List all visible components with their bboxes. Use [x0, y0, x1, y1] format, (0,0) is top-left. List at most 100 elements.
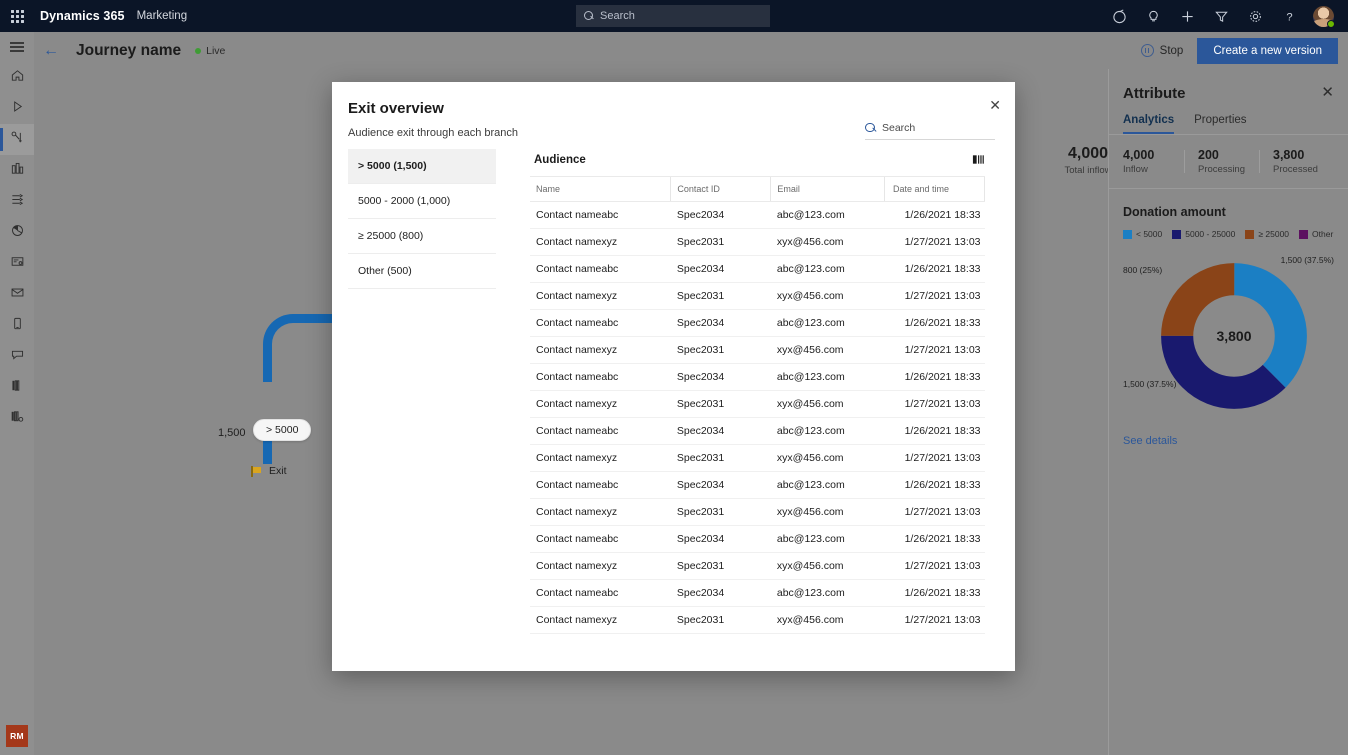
- table-row[interactable]: Contact namexyz Spec2031 xyx@456.com 1/27/2…: [530, 552, 985, 580]
- suite-bar: Dynamics 365 Marketing Search ?: [0, 0, 1348, 32]
- email-icon: [10, 285, 25, 305]
- stop-icon: [1140, 44, 1154, 57]
- table-row[interactable]: Contact namexyz Spec2031 xyx@456.com 1/27/2…: [530, 498, 985, 526]
- journeys-icon: [10, 130, 25, 150]
- table-row[interactable]: Contact namexyz Spec2031 xyx@456.com 1/27/2…: [530, 336, 985, 364]
- stat-processing: 200 Processing: [1184, 148, 1259, 175]
- branch-item[interactable]: ≥ 25000 (800): [348, 219, 496, 254]
- table-row[interactable]: Contact namexyz Spec2031 xyx@456.com 1/27/2…: [530, 444, 985, 472]
- rail-item-library[interactable]: [0, 372, 34, 403]
- legend-swatch: [1245, 229, 1255, 239]
- rail-item-journeys[interactable]: [0, 124, 34, 155]
- exit-node-label: Exit: [269, 465, 287, 477]
- legend-swatch: [1123, 229, 1132, 239]
- branch-item[interactable]: > 5000 (1,500): [348, 149, 496, 184]
- avatar[interactable]: [1306, 0, 1340, 32]
- create-new-version-button[interactable]: Create a new version: [1197, 37, 1338, 64]
- table-cell: 1/26/2021 18:33: [884, 363, 985, 391]
- table-cell: Spec2034: [670, 471, 771, 499]
- table-cell: Contact namexyz: [530, 336, 671, 364]
- audience-header: Audience: [530, 149, 985, 177]
- table-cell: Spec2031: [670, 336, 771, 364]
- stop-button[interactable]: Stop: [1140, 44, 1183, 57]
- rail-item-settings-list[interactable]: [0, 403, 34, 434]
- table-row[interactable]: Contact nameabc Spec2034 abc@123.com 1/26/2…: [530, 579, 985, 607]
- lightbulb-icon[interactable]: [1136, 0, 1170, 32]
- table-header-row: Name Contact ID Email Date and time: [530, 177, 985, 202]
- branch-item[interactable]: Other (500): [348, 254, 496, 289]
- table-cell: 1/27/2021 13:03: [884, 228, 985, 256]
- audience-title: Audience: [534, 153, 586, 166]
- table-row[interactable]: Contact namexyz Spec2031 xyx@456.com 1/27/2…: [530, 228, 985, 256]
- table-row[interactable]: Contact namexyz Spec2031 xyx@456.com 1/27/2…: [530, 390, 985, 418]
- close-icon[interactable]: ✕: [1321, 85, 1334, 100]
- table-cell: Spec2034: [670, 309, 771, 337]
- back-arrow-icon[interactable]: ←: [34, 42, 68, 59]
- app-launcher-icon[interactable]: [0, 0, 34, 32]
- column-options-icon[interactable]: [972, 153, 985, 166]
- table-cell: Spec2031: [670, 444, 771, 472]
- tab-properties[interactable]: Properties: [1194, 114, 1246, 134]
- donation-amount-title: Donation amount: [1123, 205, 1226, 219]
- branch-list: > 5000 (1,500) 5000 - 2000 (1,000) ≥ 25000…: [348, 139, 496, 671]
- table-row[interactable]: Contact nameabc Spec2034 abc@123.com 1/26/2…: [530, 309, 985, 337]
- column-header[interactable]: Email: [770, 177, 885, 202]
- global-search-input[interactable]: Search: [576, 5, 770, 27]
- table-row[interactable]: Contact namexyz Spec2031 xyx@456.com 1/27/2…: [530, 606, 985, 634]
- table-body: Contact nameabc Spec2034 abc@123.com 1/26/2…: [530, 201, 985, 634]
- table-row[interactable]: Contact nameabc Spec2034 abc@123.com 1/26/2…: [530, 417, 985, 445]
- rail-item-forms[interactable]: [0, 248, 34, 279]
- user-initials-badge[interactable]: RM: [6, 725, 28, 747]
- rail-item-analytics[interactable]: [0, 217, 34, 248]
- target-icon[interactable]: [1102, 0, 1136, 32]
- table-row[interactable]: Contact nameabc Spec2034 abc@123.com 1/26/2…: [530, 525, 985, 553]
- push-icon: [10, 347, 25, 367]
- rail-item-mobile[interactable]: [0, 310, 34, 341]
- rail-item-push[interactable]: [0, 341, 34, 372]
- dialog-search-input[interactable]: Search: [865, 122, 995, 140]
- table-cell: 1/27/2021 13:03: [884, 606, 985, 634]
- legend-item-2: ≥ 25000: [1245, 229, 1289, 239]
- column-header[interactable]: Name: [530, 177, 672, 202]
- donut-annotation-0: 1,500 (37.5%): [1280, 255, 1334, 265]
- table-row[interactable]: Contact nameabc Spec2034 abc@123.com 1/26/2…: [530, 201, 985, 229]
- hamburger-icon[interactable]: [0, 32, 34, 62]
- divider: [1109, 188, 1348, 189]
- stat-label: Processed: [1273, 164, 1318, 175]
- rail-item-home[interactable]: [0, 62, 34, 93]
- table-row[interactable]: Contact nameabc Spec2034 abc@123.com 1/26/2…: [530, 363, 985, 391]
- help-icon[interactable]: ?: [1272, 0, 1306, 32]
- tab-analytics[interactable]: Analytics: [1123, 114, 1175, 134]
- branch-node[interactable]: > 5000: [253, 419, 312, 441]
- mobile-icon: [10, 316, 25, 336]
- rail-item-workflow[interactable]: [0, 186, 34, 217]
- stat-label: Processing: [1198, 164, 1245, 175]
- close-icon[interactable]: ✕: [989, 98, 1001, 112]
- rail-item-segments[interactable]: [0, 155, 34, 186]
- table-row[interactable]: Contact nameabc Spec2034 abc@123.com 1/26/2…: [530, 255, 985, 283]
- table-row[interactable]: Contact nameabc Spec2034 abc@123.com 1/26/2…: [530, 471, 985, 499]
- exit-node[interactable]: Exit: [251, 465, 287, 477]
- table-cell: Contact namexyz: [530, 282, 671, 310]
- table-cell: Contact nameabc: [530, 525, 671, 553]
- table-row[interactable]: Contact namexyz Spec2031 xyx@456.com 1/27/2…: [530, 282, 985, 310]
- filter-icon[interactable]: [1204, 0, 1238, 32]
- rail-item-recent[interactable]: [0, 93, 34, 124]
- workflow-icon: [10, 192, 25, 212]
- rail-item-email[interactable]: [0, 279, 34, 310]
- table-cell: xyx@456.com: [770, 336, 885, 364]
- attribute-panel-header: Attribute ✕: [1123, 69, 1334, 102]
- stat-value: 3,800: [1273, 148, 1305, 162]
- column-header[interactable]: Contact ID: [670, 177, 772, 202]
- see-details-link[interactable]: See details: [1123, 435, 1334, 447]
- gear-icon[interactable]: [1238, 0, 1272, 32]
- donut-chart: 3,800 1,500 (37.5%) 800 (25%) 1,500 (37.…: [1123, 253, 1334, 423]
- table-cell: abc@123.com: [770, 363, 885, 391]
- plus-icon[interactable]: [1170, 0, 1204, 32]
- column-header[interactable]: Date and time: [884, 177, 985, 202]
- table-cell: Contact nameabc: [530, 471, 671, 499]
- settings-list-icon: [10, 409, 25, 429]
- module-label: Marketing: [136, 10, 188, 22]
- table-cell: Spec2034: [670, 363, 771, 391]
- branch-item[interactable]: 5000 - 2000 (1,000): [348, 184, 496, 219]
